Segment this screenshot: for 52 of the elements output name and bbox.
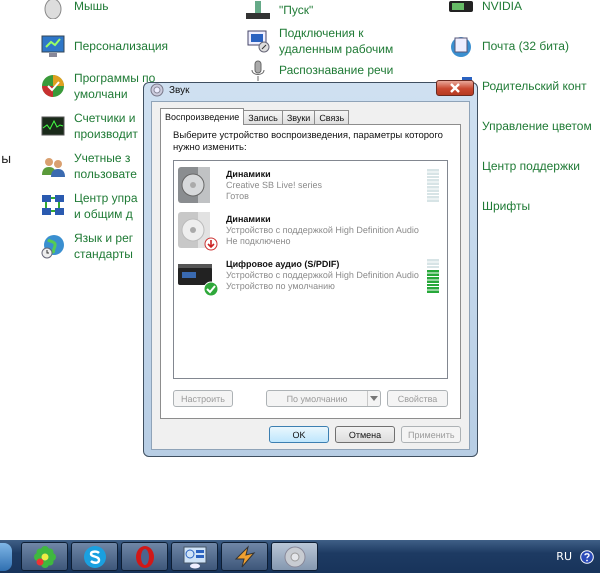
speaker-icon[interactable]	[176, 210, 220, 252]
taskbar-button[interactable]	[271, 542, 318, 571]
device-status: Готов	[226, 191, 250, 202]
device-description: Creative SB Live! series	[226, 180, 324, 191]
device-status: Не подключено	[226, 236, 292, 247]
device-status: Устройство по умолчанию	[226, 281, 336, 292]
taskbar-button[interactable]	[71, 542, 118, 571]
lightning-icon[interactable]	[232, 544, 256, 568]
control-panel-link[interactable]: Учетные з пользовате	[74, 150, 137, 182]
instruction-text: Выберите устройство воспроизведения, параметры которого нужно изменить:	[173, 130, 444, 154]
window-title: Звук	[169, 84, 191, 96]
language-indicator[interactable]: RU	[556, 550, 572, 563]
dialog-button[interactable]: OK	[269, 426, 329, 443]
control-panel-link[interactable]: Почта (32 бита)	[482, 38, 569, 54]
device-description: Устройство с поддержкой High Definition Audio	[226, 225, 420, 236]
tab[interactable]: Связь	[314, 110, 350, 125]
control-panel-link[interactable]: Родительский конт	[482, 78, 587, 94]
control-panel-link[interactable]: Центр упра и общим д	[74, 190, 138, 222]
monitor-icon[interactable]	[40, 33, 66, 59]
taskbar-button[interactable]	[21, 542, 68, 571]
speaker-icon	[150, 83, 164, 97]
globe-icon[interactable]	[40, 233, 66, 259]
control-panel-link[interactable]: Счетчики и производит	[74, 110, 138, 142]
taskbar-button[interactable]	[171, 542, 218, 571]
control-panel-link[interactable]: Программы по умолчани	[74, 70, 156, 102]
control-panel-link[interactable]: NVIDIA	[482, 0, 522, 14]
control-panel-link[interactable]: "Пуск"	[279, 2, 314, 18]
s-bubble-icon[interactable]	[82, 544, 106, 568]
close-icon[interactable]	[448, 81, 462, 95]
control-panel-link[interactable]: Центр поддержки	[482, 158, 580, 174]
control-panel-link[interactable]: Подключения к удаленным рабочим	[279, 25, 394, 57]
remote-desktop-icon[interactable]	[245, 28, 271, 54]
device-name: Цифровое аудио (S/PDIF)	[226, 259, 340, 270]
control-panel-link[interactable]: Распознавание речи	[279, 62, 394, 78]
control-panel-link[interactable]: Персонализация	[74, 38, 168, 54]
control-panel-link[interactable]: Язык и рег стандарты	[74, 230, 134, 262]
device-description: Устройство с поддержкой High Definition Audio	[226, 270, 420, 281]
close-button[interactable]	[436, 80, 474, 96]
flower-icon[interactable]	[32, 544, 56, 568]
gadgets-icon[interactable]	[182, 544, 206, 568]
device-name: Динамики	[226, 169, 272, 180]
help-icon[interactable]	[580, 550, 594, 564]
colored-circle-icon[interactable]	[40, 73, 66, 99]
start-button[interactable]	[0, 542, 12, 570]
device-name: Динамики	[226, 214, 272, 225]
sidebar-text: ы	[1, 152, 12, 167]
control-panel-link[interactable]: Шрифты	[482, 198, 530, 214]
control-panel-link[interactable]: Мышь	[74, 0, 108, 14]
tab[interactable]: Воспроизведение	[160, 108, 244, 125]
control-panel-link[interactable]: Управление цветом	[482, 118, 592, 134]
taskbar-button[interactable]	[221, 542, 268, 571]
dialog-button[interactable]: Отмена	[335, 426, 395, 443]
